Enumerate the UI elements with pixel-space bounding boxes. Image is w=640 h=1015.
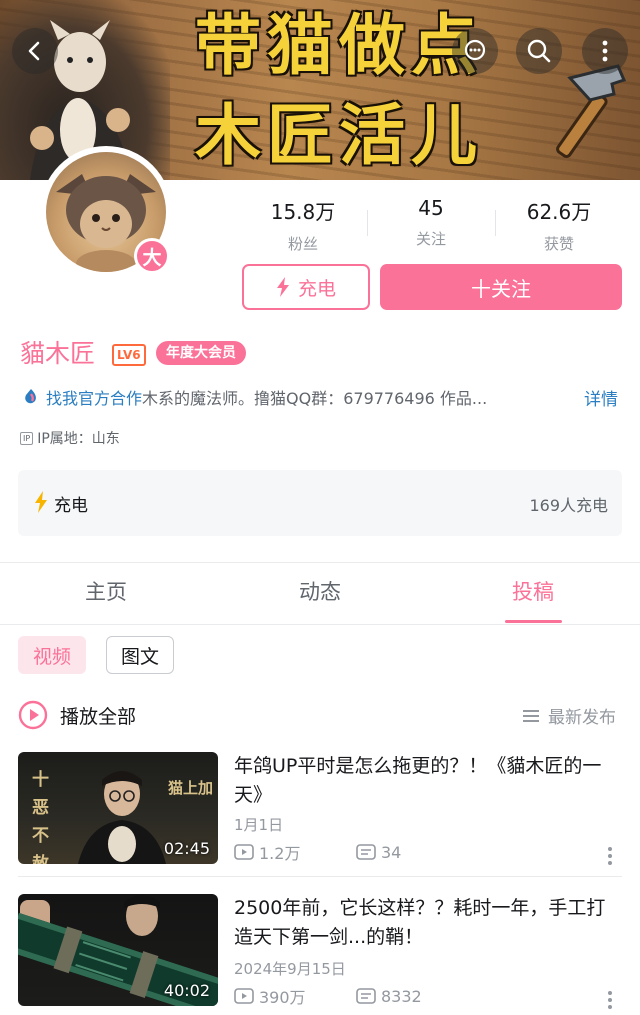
video-danmaku-value: 8332 (381, 986, 422, 1006)
lightning-icon (276, 277, 289, 297)
stat-divider (495, 210, 496, 236)
play-count-icon (234, 988, 254, 1004)
video-more-button[interactable] (608, 844, 614, 868)
back-button[interactable] (12, 28, 58, 74)
follow-button[interactable]: 十关注 (380, 264, 622, 310)
tab-active-indicator (505, 620, 562, 623)
filter-video[interactable]: 视频 (18, 636, 86, 674)
charge-count: 169人充电 (529, 496, 608, 515)
vip-avatar-badge: 大 (134, 238, 170, 274)
tab-dynamic[interactable]: 动态 (240, 576, 400, 606)
stat-likes-label: 获赞 (543, 235, 574, 253)
video-views-value: 390万 (259, 988, 306, 1007)
video-danmaku: 8332 (356, 987, 422, 1006)
stat-fans-label: 粉丝 (287, 235, 318, 253)
video-danmaku-value: 34 (381, 842, 402, 862)
danmaku-icon (356, 844, 376, 860)
section-divider (0, 562, 640, 563)
stat-likes-value: 62.6万 (526, 200, 592, 224)
hammer-icon (556, 64, 627, 158)
search-icon (527, 39, 551, 63)
video-views: 1.2万 (234, 840, 356, 864)
video-title[interactable]: 年鸽UP平时是怎么拖更的？！《貓木匠的一天》 (234, 752, 614, 810)
bio: 找我官方合作 木系的魔法师。撸猫QQ群：679776496 作品... (22, 385, 582, 409)
bio-text: 木系的魔法师。撸猫QQ群：679776496 作品... (142, 389, 488, 408)
ip-location-text: IP属地：山东 (37, 431, 120, 447)
cooperation-icon (25, 389, 36, 404)
tab-uploads[interactable]: 投稿 (453, 576, 613, 606)
play-count-icon (234, 844, 254, 860)
sort-label: 最新发布 (548, 708, 616, 728)
chat-bubble-icon (464, 39, 486, 61)
filter-image-text[interactable]: 图文 (106, 636, 174, 674)
stat-likes[interactable]: 62.6万 获赞 (499, 196, 619, 254)
lightning-icon (35, 491, 47, 513)
video-views: 390万 (234, 984, 356, 1008)
play-circle-icon (18, 700, 48, 730)
message-button[interactable] (452, 28, 498, 74)
charge-card-label: 充电 (54, 496, 88, 516)
video-item[interactable]: 十恶不赦 猫上加 02:45 年鸽UP平时是怎么拖更的？！《貓木匠的一天》 1月… (18, 752, 622, 866)
stat-following-label: 关注 (415, 230, 446, 248)
more-vertical-icon (602, 40, 608, 62)
stat-following-value: 45 (418, 196, 444, 220)
stat-following[interactable]: 45 关注 (371, 196, 491, 249)
bio-cooperation-link[interactable]: 找我官方合作 (46, 385, 142, 409)
video-thumbnail[interactable]: 40:02 (18, 894, 218, 1006)
video-more-button[interactable] (608, 988, 614, 1012)
video-duration: 02:45 (163, 839, 210, 858)
video-title[interactable]: 2500年前，它长这样？？耗时一年，手工打造天下第一剑...的鞘！ (234, 894, 614, 952)
username: 貓木匠 (20, 339, 96, 368)
video-meta: 390万 8332 (234, 984, 422, 1008)
ip-tag-icon: IP (20, 431, 34, 445)
charge-button-label: 充电 (297, 277, 336, 300)
more-button[interactable] (582, 28, 628, 74)
thumbnail-overlay-text-left: 十恶不赦 (32, 770, 49, 864)
video-meta: 1.2万 34 (234, 840, 401, 864)
video-danmaku: 34 (356, 843, 401, 862)
video-thumbnail[interactable]: 十恶不赦 猫上加 02:45 (18, 752, 218, 864)
play-all-button[interactable]: 播放全部 (18, 700, 136, 730)
video-date: 2024年9月15日 (234, 960, 346, 978)
vip-badge[interactable]: 年度大会员 (156, 341, 246, 365)
video-item[interactable]: 40:02 2500年前，它长这样？？耗时一年，手工打造天下第一剑...的鞘！ … (18, 894, 622, 1009)
level-badge: LV6 (112, 344, 146, 366)
tab-home[interactable]: 主页 (26, 576, 186, 606)
banner-title-line2: 木匠活儿 (195, 97, 483, 174)
list-divider (18, 876, 622, 877)
sort-dropdown[interactable]: 最新发布 (522, 703, 616, 728)
danmaku-icon (356, 988, 376, 1004)
bio-detail-link[interactable]: 详情 (584, 385, 618, 410)
stat-fans-value: 15.8万 (270, 200, 336, 224)
video-date: 1月1日 (234, 816, 284, 834)
follow-button-label: 十关注 (471, 276, 531, 301)
back-arrow-icon (28, 41, 40, 61)
video-views-value: 1.2万 (259, 844, 301, 863)
charge-card[interactable]: 充电 169人充电 (18, 470, 622, 536)
play-all-label: 播放全部 (60, 705, 137, 728)
thumbnail-overlay-text-right: 猫上加 (168, 779, 214, 797)
video-duration: 40:02 (163, 981, 210, 1000)
stat-divider (367, 210, 368, 236)
ip-location: IP IP属地：山东 (20, 428, 120, 448)
charge-button[interactable]: 充电 (242, 264, 370, 310)
sort-lines-icon (523, 709, 539, 722)
search-button[interactable] (516, 28, 562, 74)
stat-fans[interactable]: 15.8万 粉丝 (243, 196, 363, 254)
tabs-divider (0, 624, 640, 625)
